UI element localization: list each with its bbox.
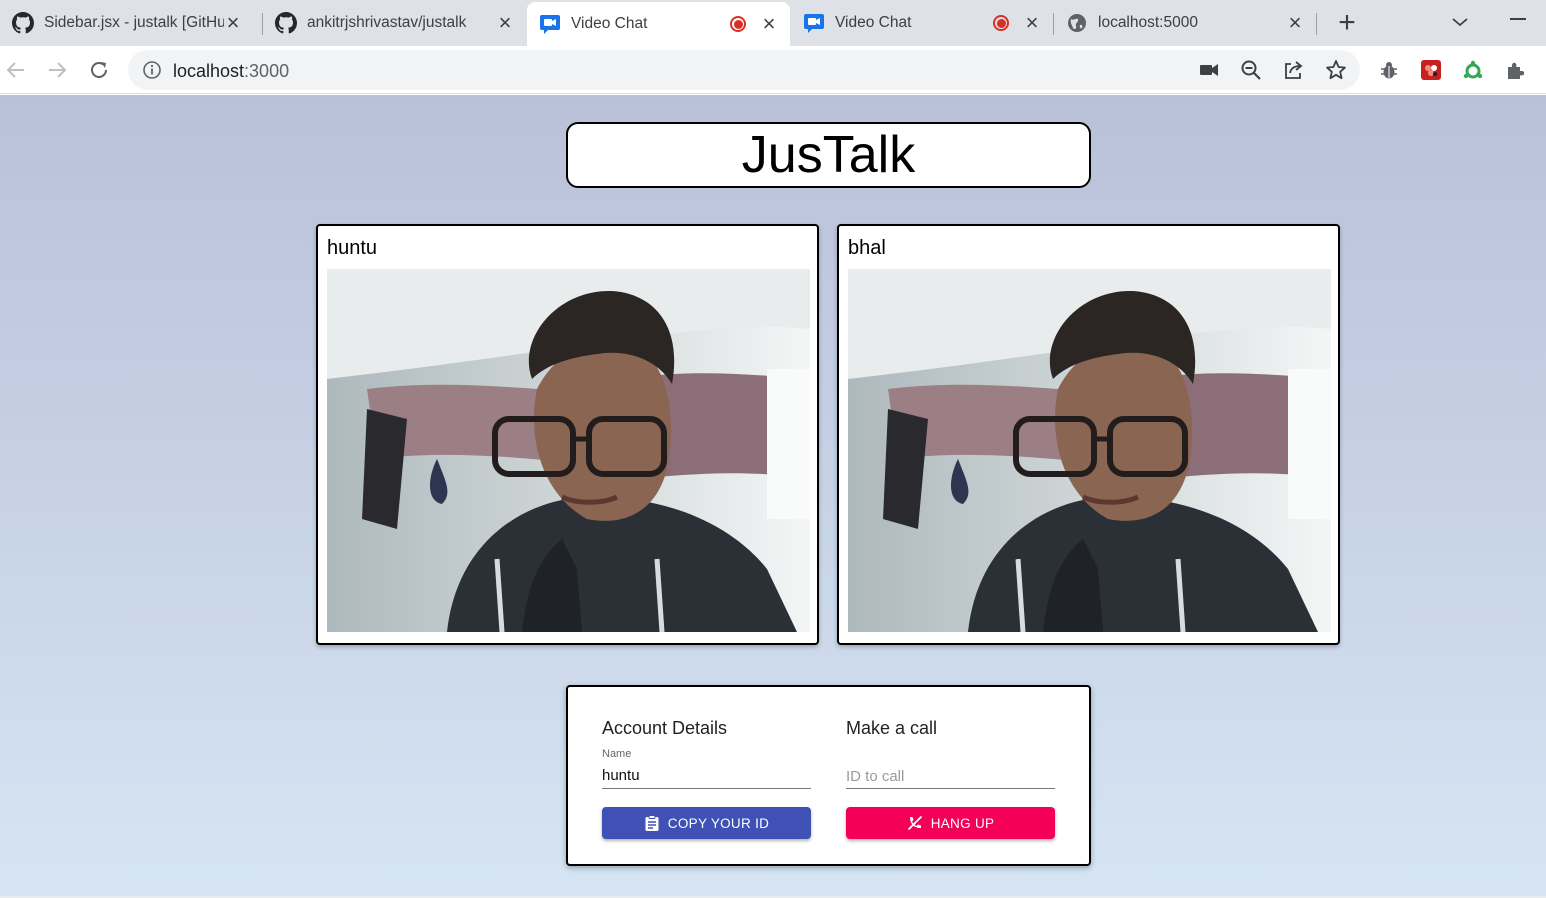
github-icon	[12, 12, 34, 34]
address-port: :3000	[244, 61, 290, 81]
make-call-heading: Make a call	[846, 718, 938, 738]
close-icon[interactable]: ×	[496, 12, 514, 34]
zoom-out-icon[interactable]	[1238, 57, 1264, 83]
app-title: JusTalk	[566, 122, 1091, 188]
video-stream-local	[327, 269, 810, 632]
tab-title: Sidebar.jsx - justalk [GitHub]	[44, 14, 224, 31]
hang-up-label: HANG UP	[930, 815, 995, 831]
video-chat-icon	[803, 12, 825, 34]
globe-icon	[1066, 12, 1088, 34]
github-icon	[275, 12, 297, 34]
participant-name: huntu	[327, 237, 378, 259]
page-content: JusTalk huntu bhal Account Details Name …	[0, 95, 1546, 898]
back-arrow-icon[interactable]	[2, 56, 30, 84]
tab-title: ankitrjshrivastav/justalk	[307, 14, 467, 31]
hang-up-button[interactable]: HANG UP	[846, 807, 1055, 839]
tab-title: Video Chat	[571, 15, 648, 32]
tab-strip: Sidebar.jsx - justalk [GitHub] × ankitrj…	[0, 0, 1546, 46]
close-icon[interactable]: ×	[224, 12, 242, 34]
call-options-panel: Account Details Name huntu COPY YOUR ID …	[566, 685, 1091, 866]
copy-id-button[interactable]: COPY YOUR ID	[602, 807, 811, 839]
close-icon[interactable]: ×	[1286, 12, 1304, 34]
video-card-local: huntu	[316, 224, 819, 645]
copy-id-label: COPY YOUR ID	[667, 815, 770, 831]
address-host: localhost	[173, 61, 245, 81]
tab-justalk-repo[interactable]: ankitrjshrivastav/justalk ×	[263, 0, 526, 46]
tab-title: localhost:5000	[1098, 14, 1198, 31]
clipboard-icon	[644, 815, 660, 831]
camera-icon[interactable]	[1196, 57, 1222, 83]
info-icon[interactable]	[142, 60, 162, 80]
bookmark-star-icon[interactable]	[1323, 57, 1349, 83]
video-card-remote: bhal	[837, 224, 1340, 645]
red-extension-icon[interactable]	[1418, 57, 1444, 83]
reload-icon[interactable]	[85, 56, 113, 84]
extensions-puzzle-icon[interactable]	[1503, 57, 1529, 83]
video-chat-icon	[539, 13, 561, 35]
recording-indicator-icon	[730, 16, 746, 32]
forward-arrow-icon[interactable]	[43, 56, 71, 84]
name-input[interactable]: huntu	[602, 767, 640, 784]
tab-video-chat[interactable]: Video Chat ×	[791, 0, 1053, 46]
tab-title: Video Chat	[835, 14, 912, 31]
share-icon[interactable]	[1280, 57, 1306, 83]
close-icon[interactable]: ×	[760, 13, 778, 35]
name-field-label: Name	[602, 748, 632, 760]
id-to-call-input[interactable]: ID to call	[846, 768, 904, 785]
account-details-heading: Account Details	[602, 718, 728, 738]
recording-indicator-icon	[993, 15, 1009, 31]
phone-disabled-icon	[907, 815, 923, 831]
make-call-section: Make a call ID to call HANG UP	[846, 687, 1055, 864]
minimize-window-button[interactable]	[1510, 18, 1526, 20]
tab-sidebar-jsx[interactable]: Sidebar.jsx - justalk [GitHub] ×	[0, 0, 262, 46]
account-details-section: Account Details Name huntu COPY YOUR ID	[602, 687, 811, 864]
green-extension-icon[interactable]	[1460, 57, 1486, 83]
browser-toolbar: localhost:3000	[0, 46, 1546, 94]
tab-video-chat-active[interactable]: Video Chat ×	[527, 2, 790, 46]
id-input-underline	[846, 788, 1055, 789]
tab-localhost-5000[interactable]: localhost:5000 ×	[1054, 0, 1316, 46]
video-stream-remote	[848, 269, 1331, 632]
address-bar[interactable]: localhost:3000	[128, 50, 1360, 90]
tab-separator	[1316, 13, 1317, 35]
close-icon[interactable]: ×	[1023, 12, 1041, 34]
new-tab-button[interactable]: +	[1333, 8, 1361, 38]
address-url: localhost:3000	[173, 61, 289, 82]
participant-name: bhal	[848, 237, 886, 259]
bug-extension-icon[interactable]	[1376, 57, 1402, 83]
name-input-underline	[602, 788, 811, 789]
chevron-down-icon[interactable]	[1448, 10, 1472, 34]
